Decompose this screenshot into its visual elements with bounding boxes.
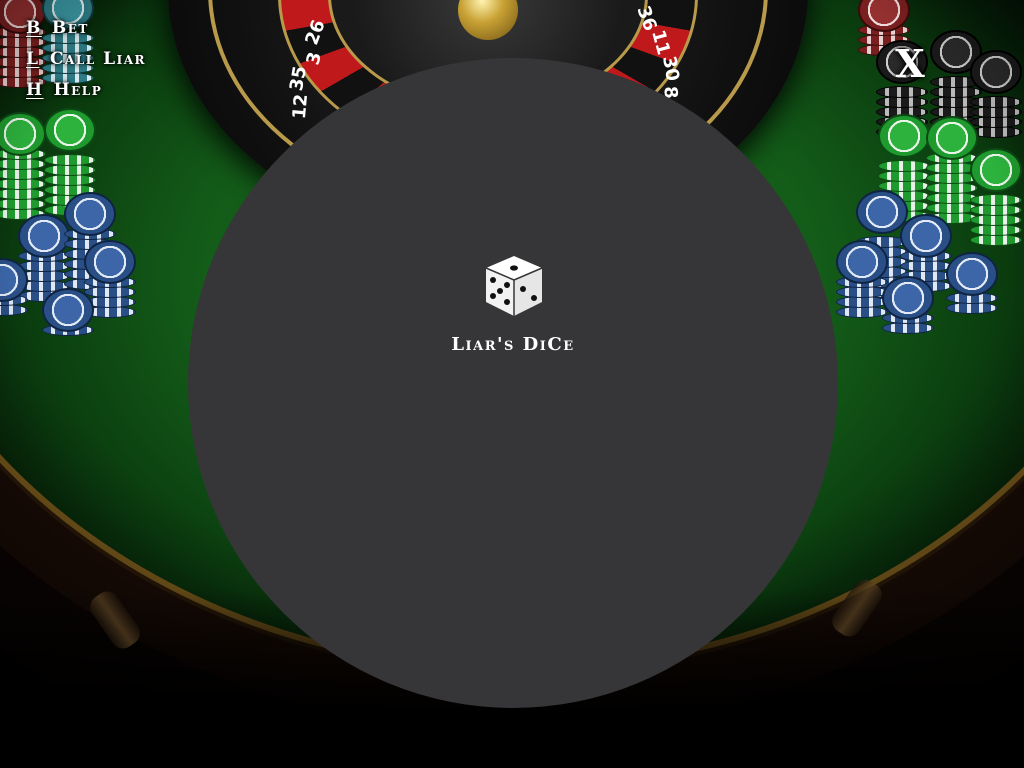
casino-table-scene: 26 3 35 12 36 11 30 8 B Bet L Call Liar … — [0, 0, 1024, 768]
chip-stack-green — [970, 148, 1022, 248]
chip-stack-blue — [882, 276, 934, 336]
chip-stack-blue — [42, 288, 94, 338]
call-liar-control[interactable]: L Call Liar — [26, 49, 146, 80]
game-title: Liar's DiCe — [451, 334, 575, 355]
chip-stack-green — [0, 112, 46, 222]
wheel-number: 35 — [286, 64, 312, 93]
wheel-number: 12 — [288, 93, 313, 120]
chip-stack-blue — [946, 252, 998, 316]
call-liar-label: Call Liar — [50, 49, 146, 69]
bet-control[interactable]: B Bet — [26, 18, 146, 49]
help-label: Help — [53, 80, 103, 100]
help-control[interactable]: H Help — [26, 80, 146, 111]
wheel-number: 30 — [658, 54, 684, 83]
keyboard-controls: B Bet L Call Liar H Help — [26, 18, 146, 111]
game-panel: Liar's DiCe — [188, 58, 838, 708]
bet-label: Bet — [51, 18, 89, 38]
help-key: H — [26, 80, 44, 100]
bet-key: B — [26, 18, 42, 38]
chip-stack-blue — [0, 258, 28, 318]
close-button[interactable]: X — [888, 40, 932, 88]
dice-icon — [485, 256, 543, 316]
chip-stack-blue — [836, 240, 888, 320]
call-liar-key: L — [26, 49, 40, 69]
